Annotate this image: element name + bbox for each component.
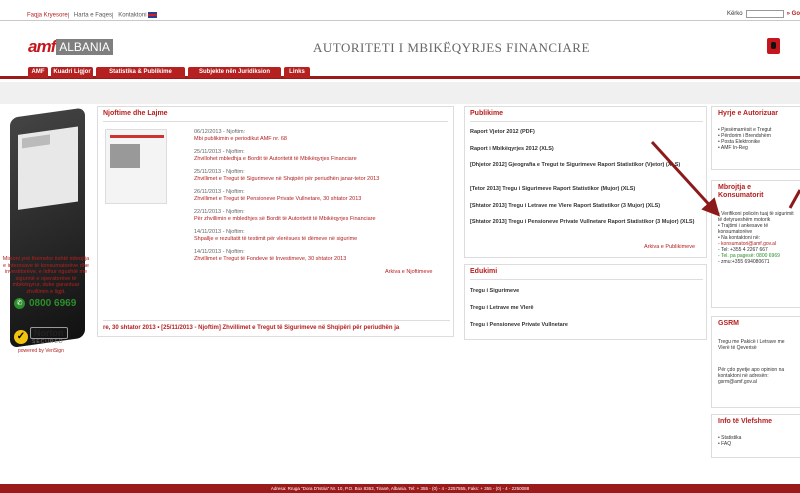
top-links: Faqja Kryesore| Harta e Faqes| Kontakton… — [27, 12, 160, 19]
education-item[interactable]: Tregu i Letrave me Vlerë — [470, 305, 534, 311]
left-pane: Misioni ynë themelor është mbrojtja e in… — [0, 107, 95, 408]
authorized-access-panel: Hyrje e Autorizuar • Pjesëmarrësit e Tre… — [711, 106, 800, 170]
news-panel: Njoftime dhe Lajme 06/12/2013 - Njoftim:… — [97, 106, 454, 337]
publications-archive-link[interactable]: Arkiva e Publikimeve — [644, 244, 695, 250]
gsrm-title: GSRM — [718, 320, 739, 327]
english-flag-icon[interactable] — [148, 12, 158, 18]
news-item[interactable]: 25/11/2013 - Njoftim: Zhvillohet mbledhja… — [194, 149, 449, 162]
top-bar: Faqja Kryesore| Harta e Faqes| Kontakton… — [0, 0, 800, 28]
useful-info-panel: Info të Vlefshme • Statistika • FAQ — [711, 414, 800, 458]
consumer-protection-panel: Mbrojtja e Konsumatorit • Verifikoni pol… — [711, 180, 800, 308]
education-item[interactable]: Tregu i Pensioneve Private Vullnetare — [470, 322, 568, 328]
norton-secured-badge[interactable]: ✓ Norton SECURED powered by VeriSign — [14, 326, 74, 354]
logo-amf: amf — [28, 36, 56, 56]
gray-banner — [0, 82, 800, 104]
home-link[interactable]: Faqja Kryesore — [27, 13, 68, 19]
search-go-button[interactable]: » Go — [787, 11, 800, 17]
education-title: Edukimi — [470, 268, 498, 275]
search-area: Kërko » Go — [727, 10, 800, 18]
news-item[interactable]: 22/11/2013 - Njoftim: Për zhvillimin e mb… — [194, 209, 449, 222]
news-thumbnail[interactable] — [105, 129, 167, 204]
publication-item[interactable]: [Shtator 2013] Tregu i Pensioneve Privat… — [470, 219, 702, 226]
news-item[interactable]: 25/11/2013 - Njoftim: Zhvillimet e Tregut… — [194, 169, 449, 182]
contact-link[interactable]: Kontaktoni — [118, 13, 146, 19]
albania-eagle-emblem-icon — [767, 38, 780, 54]
norton-label: Norton — [30, 327, 68, 339]
tab-subjekte[interactable]: Subjekte nën Juridiksion — [188, 67, 281, 78]
news-item[interactable]: 14/11/2013 - Njoftim: Zhvillimet e Tregut… — [194, 249, 449, 262]
tab-amf[interactable]: AMF — [28, 67, 48, 78]
checkmark-icon: ✓ — [14, 330, 28, 344]
authorized-access-list: • Pjesëmarrësit e Tregut • Përdorim i Br… — [718, 127, 798, 151]
publication-item[interactable]: [Dhjetor 2012] Gjeografia e Tregut te Si… — [470, 162, 702, 169]
consumer-protection-list: • Verifikoni policën tuaj të sigurimit t… — [718, 211, 798, 265]
news-item[interactable]: 14/11/2013 - Njoftim: Shpallje e rezultat… — [194, 229, 449, 242]
search-label: Kërko — [726, 11, 743, 17]
sidebar-item-faq[interactable]: • FAQ — [718, 441, 798, 447]
publication-item[interactable]: Raport i Mbikëqyrjes 2012 (XLS) — [470, 146, 702, 153]
sidebar-item-complaints[interactable]: • Trajtimi i ankesave të konsumatorëve — [718, 223, 798, 235]
verisign-label: powered by VeriSign — [18, 348, 64, 354]
publications-panel: Publikime Raport Vjetor 2012 (PDF) Rapor… — [464, 106, 707, 258]
search-input[interactable] — [745, 10, 784, 18]
site-logo[interactable]: amf ALBANIA — [28, 36, 113, 56]
publications-title: Publikime — [470, 110, 504, 117]
secured-label: SECURED — [32, 339, 64, 345]
contact-mobile: - zmu:+355 694080671 — [718, 259, 770, 265]
news-ticker[interactable]: re, 30 shtator 2013 • [25/11/2013 - Njof… — [103, 320, 450, 332]
tab-kuadri-ligjor[interactable]: Kuadri Ligjor — [51, 67, 93, 78]
logo-albania: ALBANIA — [56, 38, 113, 55]
news-item[interactable]: 06/12/2013 - Njoftim: Mbi publikimin e pe… — [194, 129, 449, 142]
top-divider — [0, 20, 800, 21]
consumer-protection-title: Mbrojtja e Konsumatorit — [718, 184, 764, 199]
news-item[interactable]: 26/11/2013 - Njoftim: Zhvillimet e Tregut… — [194, 189, 449, 202]
hotline-number: 0800 6969 — [29, 298, 77, 309]
tab-statistika-publikime[interactable]: Statistika & Publikime — [96, 67, 185, 78]
footer-address: Adresa: Rruga "Dora D'Istria" Nr. 10, P.… — [0, 484, 800, 493]
phone-icon: ✆ — [14, 298, 25, 309]
tab-links[interactable]: Links — [284, 67, 310, 78]
useful-info-title: Info të Vlefshme — [718, 418, 773, 425]
education-item[interactable]: Tregu i Sigurimeve — [470, 288, 519, 294]
hotline: ✆ 0800 6969 — [14, 298, 76, 309]
gsrm-desc: Tregu me Pakicë i Letrave me Vlerë të Qe… — [718, 339, 785, 351]
gsrm-contact: Për çdo pyetje apo opinion na kontaktoni… — [718, 367, 785, 385]
useful-info-list: • Statistika • FAQ — [718, 435, 798, 447]
site-title: AUTORITETI I MBIKËQYRJES FINANCIARE — [313, 40, 590, 55]
publication-item[interactable]: [Tetor 2013] Tregu i Sigurimeve Raport S… — [470, 186, 702, 193]
authorized-access-title: Hyrje e Autorizuar — [718, 110, 779, 117]
news-archive-link[interactable]: Arkiva e Njoftimeve — [385, 269, 432, 275]
tablet-image[interactable] — [10, 107, 85, 348]
education-panel: Edukimi Tregu i Sigurimeve Tregu i Letra… — [464, 264, 707, 340]
sidebar-item-in-reg[interactable]: • AMF In-Reg — [718, 145, 798, 151]
publication-item[interactable]: [Shtator 2013] Tregu i Letrave me Vlere … — [470, 203, 702, 210]
sidebar-item-verify-policy[interactable]: • Verifikoni policën tuaj të sigurimit t… — [718, 211, 798, 223]
main-nav: AMF Kuadri Ligjor Statistika & Publikime… — [0, 67, 800, 79]
mission-text: Misioni ynë themelor është mbrojtja e in… — [2, 256, 90, 295]
news-title: Njoftime dhe Lajme — [103, 110, 168, 117]
gsrm-panel: GSRM Tregu me Pakicë i Letrave me Vlerë … — [711, 316, 800, 408]
publication-item[interactable]: Raport Vjetor 2012 (PDF) — [470, 129, 702, 136]
sitemap-link[interactable]: Harta e Faqes — [74, 13, 112, 19]
